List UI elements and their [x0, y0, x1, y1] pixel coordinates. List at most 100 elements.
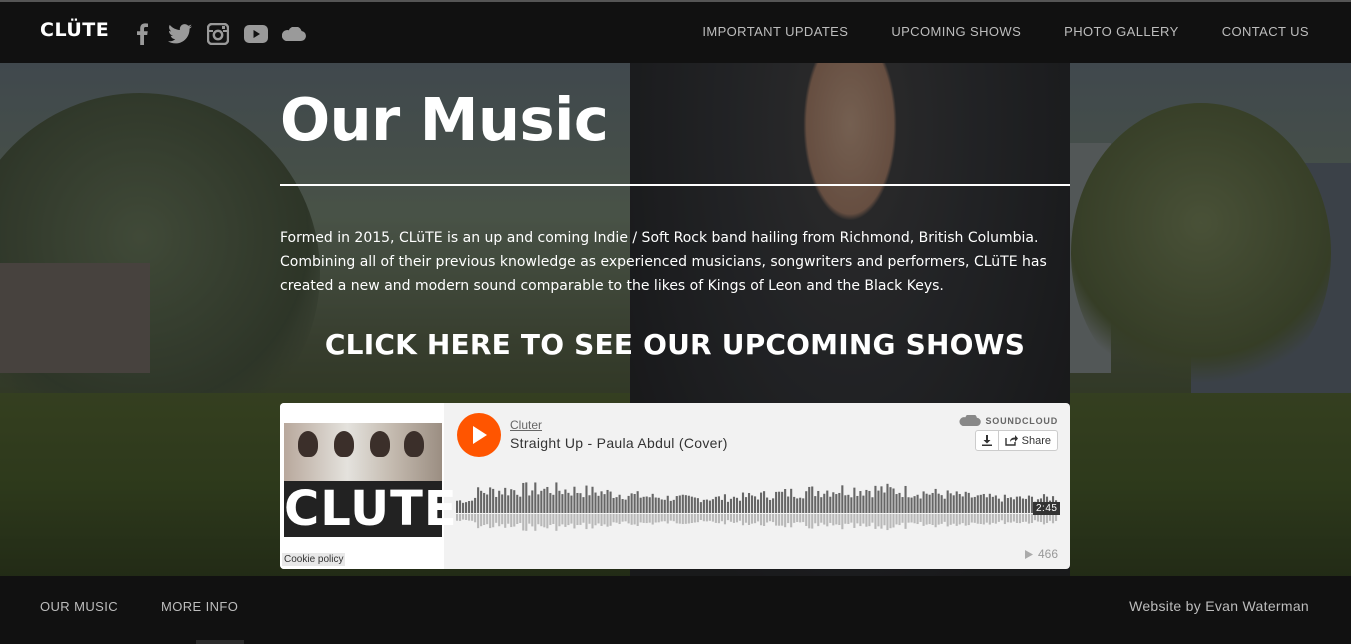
- instagram-icon[interactable]: [206, 22, 230, 46]
- waveform-bar: [525, 482, 528, 513]
- play-button[interactable]: [457, 413, 501, 457]
- waveform-reflection-bar: [1036, 514, 1040, 522]
- waveform-bar: [657, 497, 660, 513]
- waveform-reflection-bar: [967, 514, 970, 526]
- waveform-reflection-bar: [868, 514, 871, 527]
- waveform-bar: [660, 499, 663, 513]
- waveform-bar: [892, 488, 895, 513]
- track-artwork[interactable]: CLUTE Cookie policy: [280, 403, 457, 569]
- waveform-reflection-bar: [928, 514, 931, 525]
- waveform-reflection-bar: [474, 514, 477, 523]
- cookie-policy-link[interactable]: Cookie policy: [282, 553, 346, 566]
- waveform-reflection-bar: [1045, 514, 1049, 523]
- waveform-bar: [778, 491, 781, 513]
- nav-important-updates[interactable]: IMPORTANT UPDATES: [702, 24, 848, 39]
- waveform-scrubber[interactable]: [456, 473, 1058, 533]
- waveform-reflection-bar: [486, 514, 489, 525]
- waveform-bar: [624, 499, 627, 513]
- waveform-reflection-bar: [483, 514, 486, 526]
- waveform-bar: [1006, 498, 1009, 513]
- waveform-reflection-bar: [1003, 514, 1006, 525]
- waveform-bar: [534, 482, 537, 513]
- waveform-bar: [898, 492, 901, 513]
- footer-nav-more-info[interactable]: MORE INFO: [161, 599, 238, 614]
- waveform-bar: [705, 499, 708, 513]
- waveform-reflection-bar: [684, 514, 687, 524]
- waveform-bar: [504, 487, 507, 513]
- waveform-bar: [519, 496, 522, 513]
- waveform-reflection-bar: [916, 514, 919, 525]
- waveform-bar: [507, 495, 510, 513]
- waveform-bar: [639, 497, 642, 513]
- waveform-bar: [904, 485, 907, 513]
- twitter-icon[interactable]: [168, 22, 192, 46]
- waveform-bar: [922, 491, 925, 513]
- waveform-reflection-bar: [994, 514, 997, 524]
- soundcloud-icon[interactable]: [282, 22, 306, 46]
- waveform-bar: [886, 483, 889, 513]
- upcoming-shows-link[interactable]: CLICK HERE TO SEE OUR UPCOMING SHOWS: [280, 328, 1070, 361]
- waveform-bar: [934, 488, 937, 513]
- waveform-reflection-bar: [1000, 514, 1003, 521]
- waveform-bar: [555, 482, 558, 513]
- waveform-bar: [910, 497, 913, 513]
- waveform-reflection-bar: [675, 514, 678, 524]
- waveform-reflection-bar: [699, 514, 702, 520]
- waveform-reflection-bar: [976, 514, 979, 524]
- waveform-bar: [564, 489, 567, 513]
- youtube-icon[interactable]: [244, 22, 268, 46]
- nav-upcoming-shows[interactable]: UPCOMING SHOWS: [891, 24, 1021, 39]
- waveform-bar: [919, 498, 922, 513]
- waveform-reflection-bar: [501, 514, 504, 525]
- waveform-reflection-bar: [880, 514, 883, 529]
- facebook-icon[interactable]: [130, 22, 154, 46]
- waveform-reflection-bar: [952, 514, 955, 524]
- footer-nav-our-music[interactable]: OUR MUSIC: [40, 599, 118, 614]
- waveform-reflection-bar: [895, 514, 898, 525]
- download-button[interactable]: [976, 431, 999, 450]
- soundcloud-logo[interactable]: SOUNDCLOUD: [959, 415, 1059, 426]
- waveform-reflection-bar: [549, 514, 552, 525]
- track-title-link[interactable]: Straight Up - Paula Abdul (Cover): [510, 435, 728, 451]
- waveform-bar: [1009, 497, 1012, 513]
- nav-photo-gallery[interactable]: PHOTO GALLERY: [1064, 24, 1179, 39]
- waveform-reflection-bar: [862, 514, 865, 524]
- waveform-bar: [744, 497, 748, 513]
- share-button[interactable]: Share: [999, 431, 1057, 450]
- waveform-bar: [883, 492, 886, 513]
- waveform-reflection-bar: [576, 514, 579, 526]
- waveform-bar: [979, 494, 982, 513]
- nav-contact-us[interactable]: CONTACT US: [1222, 24, 1309, 39]
- waveform-reflection-bar: [979, 514, 982, 524]
- waveform-reflection-bar: [910, 514, 913, 523]
- waveform-reflection-bar: [507, 514, 510, 524]
- waveform-reflection-bar: [958, 514, 961, 525]
- waveform-bar: [663, 499, 666, 513]
- waveform-reflection-bar: [790, 514, 793, 528]
- waveform-reflection-bar: [946, 514, 949, 527]
- waveform-reflection-bar: [1012, 514, 1015, 522]
- waveform-reflection-bar: [648, 514, 651, 523]
- waveform-reflection-bar: [672, 514, 675, 522]
- waveform-reflection-bar: [510, 514, 513, 528]
- waveform-reflection-bar: [552, 514, 555, 525]
- waveform-reflection-bar: [1030, 514, 1034, 523]
- waveform-bar: [1012, 499, 1015, 513]
- track-duration: 2:45: [1033, 502, 1061, 515]
- waveform-bar: [856, 495, 859, 513]
- waveform-bar: [501, 494, 504, 513]
- waveform-bar: [549, 493, 552, 513]
- track-artist-link[interactable]: Cluter: [510, 418, 542, 432]
- waveform-bar: [570, 495, 573, 513]
- waveform-bar: [573, 486, 576, 513]
- waveform-reflection-bar: [651, 514, 654, 525]
- brand-logo[interactable]: CLÜTE: [40, 19, 109, 41]
- waveform-reflection-bar: [687, 514, 690, 524]
- waveform-bar: [766, 497, 769, 513]
- waveform-bar: [612, 497, 615, 513]
- waveform-reflection-bar: [516, 514, 519, 524]
- waveform-reflection-bar: [823, 514, 826, 525]
- waveform-reflection-bar: [693, 514, 696, 523]
- waveform-reflection-bar: [573, 514, 576, 529]
- waveform-reflection-bar: [714, 514, 717, 523]
